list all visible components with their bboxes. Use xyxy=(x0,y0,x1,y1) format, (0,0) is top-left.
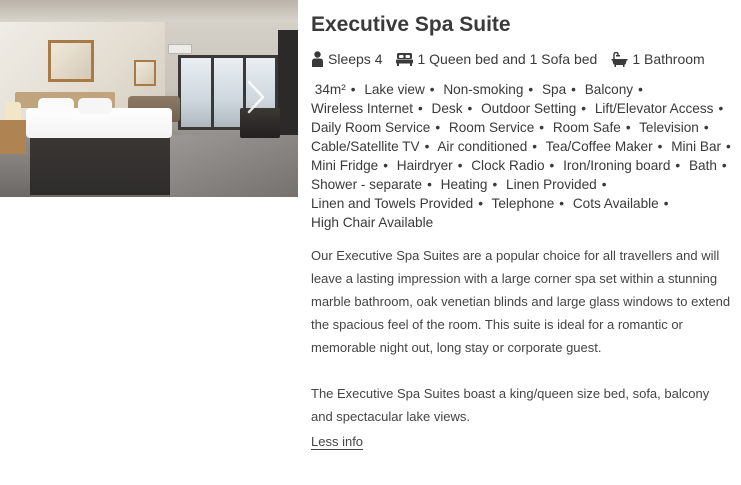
feature-item: 34m² xyxy=(314,82,346,97)
feature-item: High Chair Available xyxy=(311,215,434,230)
beds-label: 1 Queen bed and 1 Sofa bed xyxy=(417,51,598,67)
feature-item: Linen Provided xyxy=(506,177,597,192)
feature-separator: • xyxy=(435,120,441,135)
feature-separator: • xyxy=(571,82,576,97)
feature-item: Spa xyxy=(541,82,567,97)
sleeps-label: Sleeps 4 xyxy=(328,51,383,67)
feature-separator: • xyxy=(718,101,724,116)
photo-wall-art-small xyxy=(134,60,156,86)
feature-item: Outdoor Setting xyxy=(481,101,577,116)
feature-separator: • xyxy=(418,101,423,116)
feature-separator: • xyxy=(467,101,473,116)
feature-separator: • xyxy=(657,139,663,154)
feature-item: Shower - separate xyxy=(311,177,423,192)
room-features-list: 34m² • Lake view • Non-smoking • Spa • Balco… xyxy=(311,80,736,232)
feature-separator: • xyxy=(424,139,430,154)
feature-item: Linen and Towels Provided xyxy=(311,196,474,211)
room-description: Our Executive Spa Suites are a popular c… xyxy=(311,244,731,428)
chevron-right-icon xyxy=(245,79,267,118)
feature-item: Wireless Internet xyxy=(311,101,413,116)
description-paragraph: Our Executive Spa Suites are a popular c… xyxy=(311,248,731,355)
feature-item: Air conditioned xyxy=(437,139,528,154)
feature-item: Bath xyxy=(688,158,717,173)
feature-separator: • xyxy=(539,120,545,135)
photo-ac-unit xyxy=(168,44,192,54)
photo-pillow xyxy=(78,98,112,114)
feature-item: Mini Bar xyxy=(671,139,722,154)
photo-carpet-front xyxy=(170,135,298,197)
feature-item: Clock Radio xyxy=(471,158,545,173)
photo-frame xyxy=(278,30,298,140)
feature-item: Room Safe xyxy=(552,120,621,135)
less-info-link[interactable]: Less info xyxy=(311,434,363,449)
feature-item: Desk xyxy=(431,101,463,116)
feature-item: Heating xyxy=(440,177,488,192)
feature-item: Iron/Ironing board xyxy=(563,158,671,173)
bed-icon xyxy=(396,52,414,66)
feature-separator: • xyxy=(625,120,631,135)
feature-separator: • xyxy=(457,158,463,173)
feature-separator: • xyxy=(581,101,587,116)
photo-wall-art xyxy=(48,40,94,82)
feature-separator: • xyxy=(601,177,607,192)
feature-separator: • xyxy=(429,82,435,97)
photo-lamp xyxy=(5,102,21,120)
feature-item: Daily Room Service xyxy=(311,120,431,135)
photo-pillow xyxy=(38,98,74,114)
bathrooms-label: 1 Bathroom xyxy=(632,51,705,67)
feature-item: Lake view xyxy=(364,82,425,97)
feature-item: Telephone xyxy=(491,196,555,211)
feature-separator: • xyxy=(492,177,498,192)
photo-ceiling xyxy=(0,0,298,22)
feature-separator: • xyxy=(427,177,432,192)
bathrooms-summary: 1 Bathroom xyxy=(611,51,705,67)
feature-item: Hairdryer xyxy=(396,158,453,173)
feature-separator: • xyxy=(675,158,681,173)
person-icon xyxy=(311,51,324,67)
feature-separator: • xyxy=(559,196,565,211)
feature-separator: • xyxy=(528,82,534,97)
feature-item: Lift/Elevator Access xyxy=(594,101,714,116)
description-paragraph: The Executive Spa Suites boast a king/qu… xyxy=(311,386,710,424)
feature-separator: • xyxy=(383,158,388,173)
feature-separator: • xyxy=(638,82,643,97)
bathtub-icon xyxy=(611,51,628,67)
feature-separator: • xyxy=(478,196,483,211)
photo-nightstand xyxy=(0,120,26,154)
feature-separator: • xyxy=(703,120,709,135)
feature-item: Cots Available xyxy=(572,196,659,211)
sleeps-summary: Sleeps 4 xyxy=(311,51,382,67)
feature-separator: • xyxy=(726,139,731,154)
feature-separator: • xyxy=(549,158,555,173)
feature-item: Room Service xyxy=(448,120,535,135)
room-summary: Sleeps 4 1 Queen bed and 1 Sofa bed 1 Ba… xyxy=(311,48,705,70)
room-photo[interactable] xyxy=(0,0,298,197)
feature-item: Non-smoking xyxy=(443,82,524,97)
feature-separator: • xyxy=(721,158,727,173)
feature-item: Mini Fridge xyxy=(311,158,379,173)
feature-item: Balcony xyxy=(584,82,634,97)
next-photo-button[interactable] xyxy=(232,76,280,120)
feature-item: Tea/Coffee Maker xyxy=(545,139,653,154)
feature-item: Television xyxy=(639,120,699,135)
beds-summary: 1 Queen bed and 1 Sofa bed xyxy=(396,51,597,67)
feature-separator: • xyxy=(663,196,669,211)
feature-item: Cable/Satellite TV xyxy=(311,139,420,154)
feature-separator: • xyxy=(532,139,538,154)
feature-separator: • xyxy=(350,82,356,97)
room-title: Executive Spa Suite xyxy=(311,13,511,36)
